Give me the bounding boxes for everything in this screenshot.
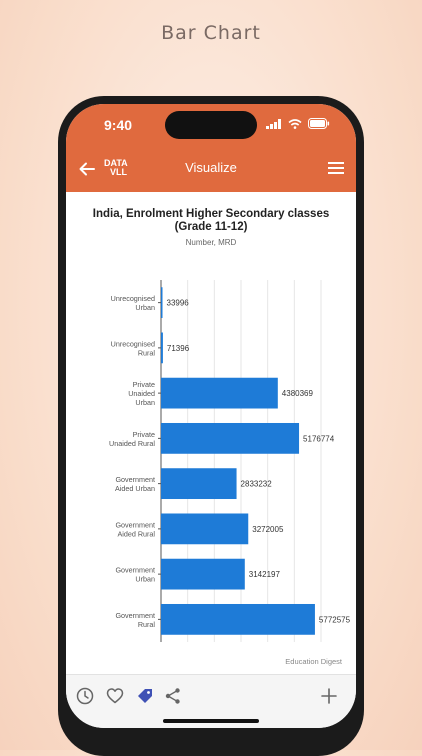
- phone-screen: 9:40 DATA VLL Visualize India, Enrolment…: [66, 104, 356, 728]
- app-header: 9:40 DATA VLL Visualize: [66, 104, 356, 192]
- screen-title: Visualize: [185, 160, 237, 175]
- nav-row: DATA VLL Visualize: [66, 156, 356, 186]
- value-label: 5772575: [319, 615, 351, 624]
- category-label: Government Rural: [115, 611, 155, 629]
- chart-subtitle: Number, MRD: [185, 238, 237, 247]
- bar: [161, 603, 315, 635]
- wifi-icon: [288, 118, 302, 129]
- bar: [161, 513, 249, 545]
- favorite-heart-icon[interactable]: [106, 687, 124, 705]
- category-label: Government Urban: [115, 566, 155, 584]
- category-label: Private Unaided Rural: [109, 430, 155, 448]
- bar: [161, 287, 163, 319]
- tag-icon[interactable]: [136, 687, 154, 705]
- status-time: 9:40: [104, 117, 133, 133]
- bar: [161, 332, 163, 364]
- chart-title: India, Enrolment Higher Secondary classe…: [92, 208, 330, 233]
- dynamic-island: [165, 111, 257, 139]
- bar: [161, 468, 237, 500]
- battery-icon: [308, 118, 330, 129]
- status-icons: [266, 118, 330, 129]
- home-indicator: [163, 719, 259, 723]
- history-clock-icon[interactable]: [76, 687, 94, 705]
- category-label: Unrecognised Rural: [111, 339, 156, 357]
- promo-title: Bar Chart: [161, 22, 261, 44]
- category-label: Unrecognised Urban: [111, 294, 155, 312]
- category-label: Government Aided Urban: [115, 475, 155, 493]
- value-label: 33996: [167, 299, 190, 308]
- share-icon[interactable]: [164, 687, 182, 705]
- category-label: Government Aided Rural: [115, 520, 155, 538]
- chart-panel: India, Enrolment Higher Secondary classe…: [66, 192, 356, 674]
- value-label: 3272005: [252, 525, 284, 534]
- bar: [161, 422, 300, 454]
- category-label: Private Unaided Urban: [128, 380, 155, 407]
- value-label: 3142197: [249, 570, 281, 579]
- data-source: Education Digest: [285, 657, 342, 666]
- add-plus-icon[interactable]: [320, 687, 338, 705]
- bar: [161, 377, 278, 409]
- bar: [161, 558, 245, 590]
- value-label: 2833232: [241, 480, 273, 489]
- value-label: 5176774: [303, 434, 335, 443]
- bar-chart: Unrecognised Urban 33996 Unrecognised Rural 7…: [109, 280, 351, 642]
- value-label: 71396: [167, 344, 190, 353]
- signal-icon: [266, 118, 281, 129]
- bottom-toolbar: [66, 674, 356, 728]
- value-label: 4380369: [282, 389, 314, 398]
- hamburger-menu-icon[interactable]: [328, 161, 344, 175]
